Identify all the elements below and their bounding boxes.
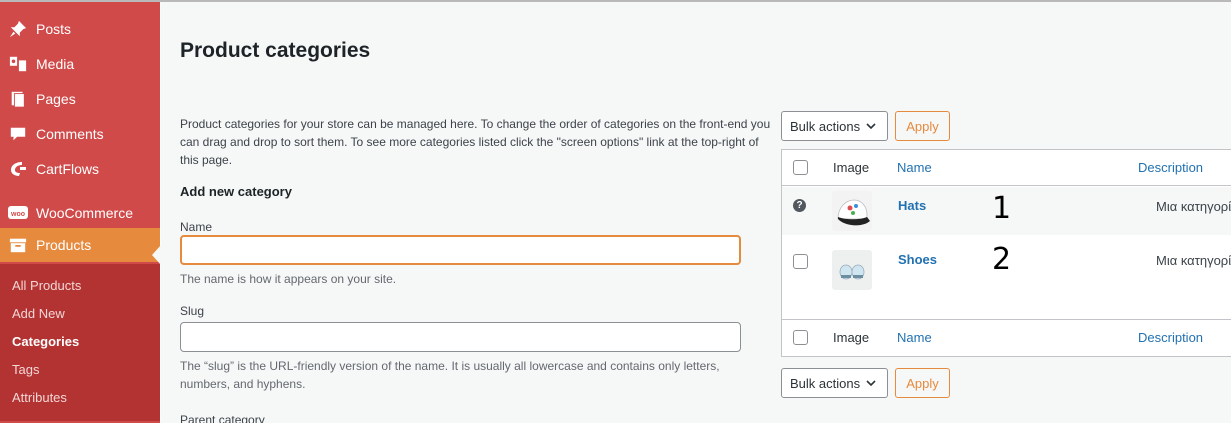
bulk-actions-select-top[interactable]: Bulk actions	[781, 111, 888, 141]
submenu-categories[interactable]: Categories	[12, 334, 79, 349]
woocommerce-icon: woo	[8, 203, 28, 223]
chevron-down-icon	[865, 120, 877, 132]
hat-thumbnail-icon	[832, 191, 872, 231]
categories-table: Image Name Description ? Hats 1 Μια κατη…	[781, 149, 1231, 357]
admin-sidebar: Posts Media Pages Comments CartFlows woo…	[0, 2, 161, 423]
page-title: Product categories	[180, 39, 371, 62]
column-description-sort-footer[interactable]: Description	[1138, 330, 1203, 345]
apply-button-top[interactable]: Apply	[895, 111, 950, 141]
category-description: Μια κατηγορία	[1156, 253, 1231, 268]
table-row: ? Hats 1 Μια κατηγορία	[782, 187, 1231, 235]
bulk-actions-label: Bulk actions	[790, 375, 861, 391]
main-content: Product categories Product categories fo…	[161, 2, 1231, 423]
table-row: Shoes 2 Μια κατηγορία	[782, 235, 1231, 319]
table-footer: Image Name Description	[782, 319, 1231, 355]
sidebar-item-label: WooCommerce	[36, 205, 133, 221]
sidebar-item-products[interactable]: Products	[0, 228, 160, 262]
column-image: Image	[833, 160, 870, 175]
category-name-link[interactable]: Hats	[898, 198, 926, 213]
submenu-attributes[interactable]: Attributes	[12, 390, 67, 405]
sidebar-item-label: CartFlows	[36, 161, 100, 177]
sidebar-item-label: Media	[36, 56, 75, 72]
page-description: Product categories for your store can be…	[180, 117, 771, 167]
handwritten-annotation: 1	[992, 191, 1012, 226]
bulk-actions-label: Bulk actions	[790, 118, 861, 134]
submenu-all-products[interactable]: All Products	[12, 278, 81, 293]
comment-icon	[8, 124, 28, 144]
archive-icon	[8, 235, 28, 255]
sidebar-item-label: Posts	[36, 21, 72, 37]
sidebar-item-media[interactable]: Media	[0, 47, 160, 81]
sidebar-item-label: Comments	[36, 126, 104, 142]
column-description-sort[interactable]: Description	[1138, 160, 1203, 175]
slug-help-text: The “slug” is the URL-friendly version o…	[180, 359, 720, 391]
select-all-checkbox-footer[interactable]	[793, 330, 808, 345]
name-input[interactable]	[180, 235, 741, 265]
cartflows-icon	[8, 159, 28, 179]
pin-icon	[8, 19, 28, 39]
name-help-text: The name is how it appears on your site.	[180, 272, 397, 286]
handwritten-annotation: 2	[992, 242, 1012, 277]
name-label: Name	[180, 220, 213, 234]
slug-label: Slug	[180, 304, 205, 318]
sidebar-item-posts[interactable]: Posts	[0, 12, 160, 46]
pages-icon	[8, 89, 28, 109]
apply-button-bottom[interactable]: Apply	[895, 368, 950, 398]
select-all-checkbox[interactable]	[793, 160, 808, 175]
category-description: Μια κατηγορία	[1156, 199, 1231, 214]
table-header: Image Name Description	[782, 150, 1231, 186]
sidebar-item-label: Products	[36, 237, 92, 253]
active-menu-pointer	[152, 245, 161, 265]
category-name-link[interactable]: Shoes	[898, 252, 937, 267]
products-submenu: All Products Add New Categories Tags Att…	[0, 264, 160, 421]
add-category-heading: Add new category	[180, 184, 292, 199]
column-name-sort-footer[interactable]: Name	[897, 330, 932, 345]
submenu-add-new[interactable]: Add New	[12, 306, 65, 321]
bulk-actions-select-bottom[interactable]: Bulk actions	[781, 368, 888, 398]
chevron-down-icon	[865, 377, 877, 389]
column-image-footer: Image	[833, 330, 870, 345]
media-icon	[8, 54, 28, 74]
help-icon: ?	[793, 199, 806, 212]
shoes-thumbnail-icon	[832, 250, 872, 290]
sidebar-item-comments[interactable]: Comments	[0, 117, 160, 151]
slug-input[interactable]	[180, 322, 741, 352]
sidebar-item-pages[interactable]: Pages	[0, 82, 160, 116]
column-name-sort[interactable]: Name	[897, 160, 932, 175]
submenu-tags[interactable]: Tags	[12, 362, 39, 377]
sidebar-item-woocommerce[interactable]: woo WooCommerce	[0, 196, 160, 230]
sidebar-item-label: Pages	[36, 91, 76, 107]
sidebar-item-cartflows[interactable]: CartFlows	[0, 152, 160, 186]
row-checkbox[interactable]	[793, 254, 808, 269]
parent-category-label: Parent category	[180, 413, 265, 423]
svg-text:woo: woo	[10, 211, 25, 218]
